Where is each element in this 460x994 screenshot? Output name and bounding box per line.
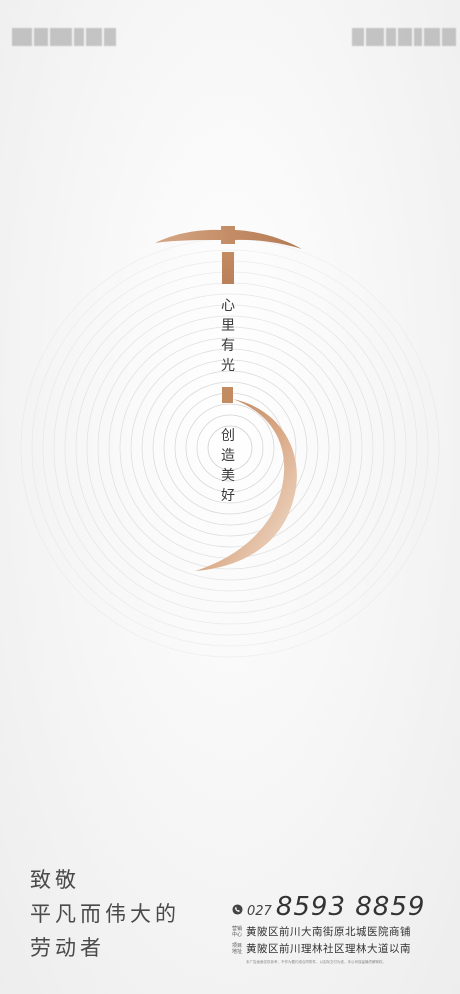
phone-row[interactable]: 027 8593 8859 [232,892,452,922]
char: 造 [221,448,235,464]
char: 里 [221,318,235,334]
address-text: 黄陂区前川理林社区理林大道以南 [246,943,411,955]
address-tag: 项目地址 [232,942,243,955]
char: 心 [221,298,235,314]
pickaxe-handle [222,252,234,284]
phone-area-code: 027 [247,904,272,919]
tagline-line: 平凡而伟大的 [30,902,180,926]
legal-disclaimer: 本广告画面仅供参考，不作为要约或合同附件，以实际交付为准，本公司保留最终解释权。 [246,960,386,964]
tagline: 致敬 平凡而伟大的 劳动者 [30,863,180,965]
address-row-project: 项目地址 黄陂区前川理林社区理林大道以南 [232,941,452,956]
char: 光 [221,358,235,374]
char: 美 [221,468,235,484]
contact-block: 027 8593 8859 营销中心 黄陂区前川大南街原北城医院商铺 项目地址 … [232,892,452,965]
char: 好 [221,488,235,504]
char: 有 [221,338,235,354]
vertical-text-heart-light: 心 里 有 光 [219,296,237,376]
address-tag: 营销中心 [232,925,243,938]
tagline-line: 致敬 [30,868,80,892]
address-text: 黄陂区前川大南街原北城医院商铺 [246,926,411,938]
handle-stub [222,387,233,403]
tagline-line: 劳动者 [30,936,105,960]
vertical-text-create-beauty: 创 造 美 好 [219,426,237,506]
address-row-sales: 营销中心 黄陂区前川大南街原北城医院商铺 [232,924,452,939]
char: 创 [221,428,235,444]
phone-number: 8593 8859 [275,892,426,922]
phone-icon [232,904,243,915]
